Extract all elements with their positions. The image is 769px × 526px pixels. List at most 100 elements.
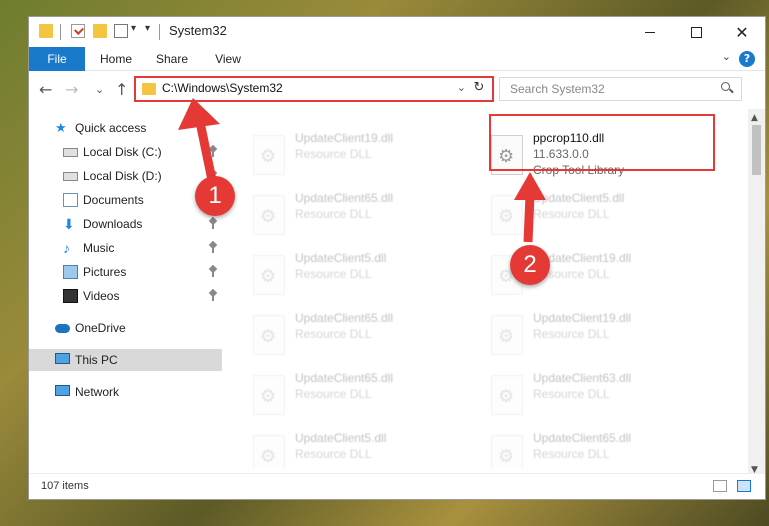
sidebar-item-documents[interactable]: Documents <box>29 189 222 211</box>
sidebar-item-local-disk-d[interactable]: Local Disk (D:) <box>29 165 222 187</box>
file-name: UpdateClient5.dll <box>295 431 387 445</box>
dll-file-icon <box>491 195 523 235</box>
refresh-icon[interactable]: ↻ <box>470 80 488 98</box>
list-item[interactable]: UpdateClient5.dll Resource DLL <box>247 429 477 469</box>
sidebar-item-this-pc[interactable]: This PC <box>29 349 222 371</box>
list-item[interactable]: UpdateClient65.dll Resource DLL <box>247 189 477 241</box>
dll-file-icon <box>491 435 523 469</box>
sidebar-item-onedrive[interactable]: OneDrive <box>29 317 222 339</box>
navigation-pane: ★ Quick access Local Disk (C:) Local Dis… <box>29 109 222 469</box>
search-icon[interactable] <box>721 82 733 94</box>
sidebar-item-quick-access[interactable]: ★ Quick access <box>29 117 222 139</box>
folder-icon <box>142 83 156 95</box>
sidebar-item-local-disk-c[interactable]: Local Disk (C:) <box>29 141 222 163</box>
sidebar-item-label: This PC <box>75 353 118 367</box>
sidebar-item-videos[interactable]: Videos <box>29 285 222 307</box>
address-path[interactable]: C:\Windows\System32 <box>162 81 283 95</box>
back-arrow-icon[interactable]: ← <box>39 80 52 99</box>
sidebar-item-pictures[interactable]: Pictures <box>29 261 222 283</box>
file-type: Resource DLL <box>295 267 372 281</box>
file-type: Resource DLL <box>295 207 372 221</box>
dll-file-icon <box>253 315 285 355</box>
address-bar[interactable]: C:\Windows\System32 ⌄ ↻ <box>134 76 494 102</box>
file-type: Resource DLL <box>295 387 372 401</box>
disk-icon <box>63 172 78 181</box>
sidebar-item-music[interactable]: ♪ Music <box>29 237 222 259</box>
list-item[interactable]: UpdateClient65.dll Resource DLL <box>247 369 477 421</box>
scroll-up-icon[interactable]: ▲ <box>751 113 758 123</box>
sidebar-item-label: Videos <box>83 289 120 303</box>
new-folder-icon[interactable] <box>93 24 107 38</box>
file-type: Resource DLL <box>295 327 372 341</box>
tab-view[interactable]: View <box>203 47 253 71</box>
list-item[interactable]: UpdateClient65.dll Resource DLL <box>247 309 477 361</box>
file-name: UpdateClient5.dll <box>533 191 625 205</box>
list-item[interactable]: UpdateClient5.dll Resource DLL <box>485 189 715 241</box>
file-type: Resource DLL <box>533 207 610 221</box>
up-arrow-icon[interactable]: ↑ <box>115 80 128 99</box>
chevron-down-icon[interactable]: ▾ <box>131 23 136 34</box>
minimize-button[interactable] <box>627 17 673 47</box>
pin-icon[interactable] <box>208 146 218 158</box>
sidebar-item-label: Network <box>75 385 120 399</box>
maximize-button[interactable] <box>673 17 719 47</box>
file-name: UpdateClient65.dll <box>295 371 394 385</box>
forward-arrow-icon[interactable]: → <box>65 80 78 99</box>
help-icon[interactable]: ? <box>739 51 755 67</box>
file-name: UpdateClient65.dll <box>295 191 394 205</box>
divider <box>60 24 61 40</box>
vertical-scrollbar[interactable]: ▲ ▼ <box>748 109 765 479</box>
network-icon <box>55 385 70 396</box>
search-input[interactable]: Search System32 <box>499 77 742 101</box>
dll-file-icon <box>491 315 523 355</box>
pin-icon[interactable] <box>208 218 218 230</box>
list-item[interactable]: UpdateClient19.dll Resource DLL <box>485 309 715 361</box>
large-icons-view-icon[interactable] <box>737 480 751 492</box>
sidebar-item-label: OneDrive <box>75 321 126 335</box>
file-name: UpdateClient65.dll <box>533 431 632 445</box>
file-name: UpdateClient5.dll <box>295 251 387 265</box>
properties-icon[interactable] <box>71 24 85 38</box>
dll-file-icon <box>491 375 523 415</box>
close-button[interactable]: ✕ <box>719 17 765 47</box>
list-item[interactable]: UpdateClient63.dll Resource DLL <box>485 369 715 421</box>
tab-share[interactable]: Share <box>147 47 197 71</box>
navigation-bar: ← → ⌄ ↑ C:\Windows\System32 ⌄ ↻ Search S… <box>29 72 765 108</box>
file-name: UpdateClient19.dll <box>295 131 394 145</box>
dll-file-icon <box>253 195 285 235</box>
star-icon: ★ <box>55 120 67 135</box>
list-item[interactable]: UpdateClient5.dll Resource DLL <box>247 249 477 301</box>
search-placeholder: Search System32 <box>510 82 605 96</box>
sidebar-item-network[interactable]: Network <box>29 381 222 403</box>
status-bar: 107 items <box>29 473 765 499</box>
file-type: Resource DLL <box>533 387 610 401</box>
pin-icon[interactable] <box>208 290 218 302</box>
document-icon <box>63 193 78 207</box>
tab-file[interactable]: File <box>29 47 85 71</box>
folder-icon[interactable] <box>39 24 53 38</box>
dll-file-icon <box>253 435 285 469</box>
recent-locations-icon[interactable]: ⌄ <box>95 83 104 96</box>
dll-file-icon <box>253 255 285 295</box>
customize-icon[interactable] <box>114 24 128 38</box>
sidebar-item-label: Music <box>83 241 115 255</box>
pin-icon[interactable] <box>208 242 218 254</box>
file-type: Resource DLL <box>295 447 372 461</box>
list-item[interactable]: UpdateClient19.dll Resource DLL <box>247 129 477 181</box>
collapse-ribbon-icon[interactable]: ⌄ <box>722 50 731 63</box>
ribbon-tabs: File Home Share View ⌄ ? <box>29 47 765 71</box>
quick-access-dropdown-icon[interactable]: ▾ <box>145 23 150 34</box>
scrollbar-thumb[interactable] <box>752 125 761 175</box>
chevron-down-icon[interactable]: ⌄ <box>457 81 466 94</box>
file-name: UpdateClient65.dll <box>295 311 394 325</box>
details-view-icon[interactable] <box>713 480 727 492</box>
list-item[interactable]: UpdateClient65.dll Resource DLL <box>485 429 715 469</box>
disk-icon <box>63 148 78 157</box>
pictures-icon <box>63 265 78 279</box>
tab-home[interactable]: Home <box>91 47 141 71</box>
pin-icon[interactable] <box>208 266 218 278</box>
music-icon: ♪ <box>63 240 70 256</box>
file-name: UpdateClient19.dll <box>533 311 632 325</box>
sidebar-item-label: Pictures <box>83 265 127 279</box>
sidebar-item-downloads[interactable]: ⬇ Downloads <box>29 213 222 235</box>
